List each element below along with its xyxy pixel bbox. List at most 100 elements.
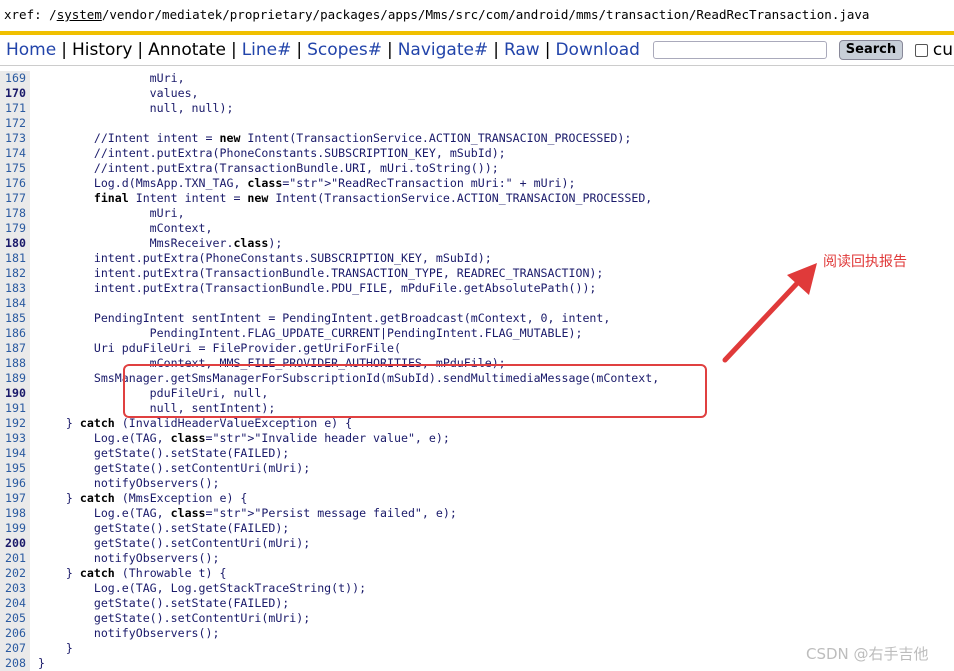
current-dir-label: current dire <box>932 40 954 60</box>
code-text: Log.e(TAG, class="str">"Persist message … <box>38 506 457 520</box>
line-number[interactable]: 189 <box>0 371 30 386</box>
code-text: } <box>38 641 73 655</box>
code-line: 179 mContext, <box>0 221 954 236</box>
nav-separator: | <box>61 40 67 60</box>
line-number[interactable]: 205 <box>0 611 30 626</box>
arrow-icon <box>722 263 817 363</box>
line-number[interactable]: 182 <box>0 266 30 281</box>
line-number[interactable]: 206 <box>0 626 30 641</box>
line-number[interactable]: 188 <box>0 356 30 371</box>
code-text: SmsManager.getSmsManagerForSubscriptionI… <box>38 371 660 385</box>
code-text: notifyObservers(); <box>38 626 220 640</box>
code-text: intent.putExtra(PhoneConstants.SUBSCRIPT… <box>38 251 492 265</box>
code-line: 190 pduFileUri, null, <box>0 386 954 401</box>
search-input[interactable] <box>653 41 828 59</box>
line-number[interactable]: 176 <box>0 176 30 191</box>
line-number[interactable]: 178 <box>0 206 30 221</box>
line-number[interactable]: 204 <box>0 596 30 611</box>
nav-annotate[interactable]: Annotate <box>148 40 226 60</box>
line-number[interactable]: 194 <box>0 446 30 461</box>
code-line: 194 getState().setState(FAILED); <box>0 446 954 461</box>
line-number[interactable]: 203 <box>0 581 30 596</box>
xref-prefix: xref: / <box>4 7 57 22</box>
nav-separator: | <box>296 40 303 60</box>
nav-history[interactable]: History <box>72 40 132 60</box>
line-number[interactable]: 190 <box>0 386 30 401</box>
code-line: 175 //intent.putExtra(TransactionBundle.… <box>0 161 954 176</box>
code-text: getState().setState(FAILED); <box>38 446 290 460</box>
code-line: 205 getState().setContentUri(mUri); <box>0 611 954 626</box>
line-number[interactable]: 171 <box>0 101 30 116</box>
code-text: } <box>38 656 45 670</box>
nav-scopes[interactable]: Scopes# <box>307 40 382 60</box>
code-line: 192 } catch (InvalidHeaderValueException… <box>0 416 954 431</box>
nav-home[interactable]: Home <box>6 40 56 60</box>
code-line: 176 Log.d(MmsApp.TXN_TAG, class="str">"R… <box>0 176 954 191</box>
code-line: 172 <box>0 116 954 131</box>
line-number[interactable]: 195 <box>0 461 30 476</box>
line-number[interactable]: 193 <box>0 431 30 446</box>
xref-path: xref: /system/vendor/mediatek/proprietar… <box>0 0 954 30</box>
line-number[interactable]: 180 <box>0 236 30 251</box>
line-number[interactable]: 197 <box>0 491 30 506</box>
code-text: } catch (MmsException e) { <box>38 491 248 505</box>
line-number[interactable]: 199 <box>0 521 30 536</box>
line-number[interactable]: 198 <box>0 506 30 521</box>
line-number[interactable]: 169 <box>0 71 30 86</box>
code-text: mContext, MMS_FILE_PROVIDER_AUTHORITIES,… <box>38 356 506 370</box>
code-line: 206 notifyObservers(); <box>0 626 954 641</box>
xref-rest: /vendor/mediatek/proprietary/packages/ap… <box>101 7 870 22</box>
nav-download[interactable]: Download <box>555 40 640 60</box>
line-number[interactable]: 200 <box>0 536 30 551</box>
code-line: 193 Log.e(TAG, class="str">"Invalide hea… <box>0 431 954 446</box>
current-dir-checkbox[interactable] <box>914 43 928 57</box>
line-number[interactable]: 207 <box>0 641 30 656</box>
code-text: mUri, <box>38 206 185 220</box>
nav-separator: | <box>493 40 499 60</box>
line-number[interactable]: 201 <box>0 551 30 566</box>
line-number[interactable]: 208 <box>0 656 30 671</box>
nav-navigate[interactable]: Navigate# <box>398 40 489 60</box>
code-line: 199 getState().setState(FAILED); <box>0 521 954 536</box>
line-number[interactable]: 185 <box>0 311 30 326</box>
code-text: getState().setState(FAILED); <box>38 521 290 535</box>
code-line: 177 final Intent intent = new Intent(Tra… <box>0 191 954 206</box>
line-number[interactable]: 186 <box>0 326 30 341</box>
line-number[interactable]: 177 <box>0 191 30 206</box>
code-text: //intent.putExtra(PhoneConstants.SUBSCRI… <box>38 146 506 160</box>
line-number[interactable]: 187 <box>0 341 30 356</box>
xref-system-link[interactable]: system <box>57 7 102 22</box>
line-number[interactable]: 179 <box>0 221 30 236</box>
code-line: 201 notifyObservers(); <box>0 551 954 566</box>
code-text: MmsReceiver.class); <box>38 236 283 250</box>
code-text: getState().setContentUri(mUri); <box>38 536 311 550</box>
code-text: PendingIntent sentIntent = PendingIntent… <box>38 311 611 325</box>
line-number[interactable]: 175 <box>0 161 30 176</box>
code-text: getState().setContentUri(mUri); <box>38 461 311 475</box>
line-number[interactable]: 170 <box>0 86 30 101</box>
code-line: 197 } catch (MmsException e) { <box>0 491 954 506</box>
code-line: 198 Log.e(TAG, class="str">"Persist mess… <box>0 506 954 521</box>
code-text: } catch (InvalidHeaderValueException e) … <box>38 416 353 430</box>
watermark: CSDN @右手吉他 <box>806 645 929 663</box>
code-text: PendingIntent.FLAG_UPDATE_CURRENT|Pendin… <box>38 326 583 340</box>
code-text: values, <box>38 86 199 100</box>
line-number[interactable]: 181 <box>0 251 30 266</box>
nav-raw[interactable]: Raw <box>504 40 540 60</box>
code-text: Log.e(TAG, Log.getStackTraceString(t)); <box>38 581 367 595</box>
line-number[interactable]: 183 <box>0 281 30 296</box>
code-line: 178 mUri, <box>0 206 954 221</box>
line-number[interactable]: 172 <box>0 116 30 131</box>
code-text: null, null); <box>38 101 234 115</box>
line-number[interactable]: 174 <box>0 146 30 161</box>
search-button[interactable]: Search <box>838 40 904 60</box>
code-line: 204 getState().setState(FAILED); <box>0 596 954 611</box>
line-number[interactable]: 184 <box>0 296 30 311</box>
code-line: 170 values, <box>0 86 954 101</box>
line-number[interactable]: 202 <box>0 566 30 581</box>
line-number[interactable]: 192 <box>0 416 30 431</box>
line-number[interactable]: 196 <box>0 476 30 491</box>
line-number[interactable]: 191 <box>0 401 30 416</box>
line-number[interactable]: 173 <box>0 131 30 146</box>
nav-line[interactable]: Line# <box>242 40 292 60</box>
